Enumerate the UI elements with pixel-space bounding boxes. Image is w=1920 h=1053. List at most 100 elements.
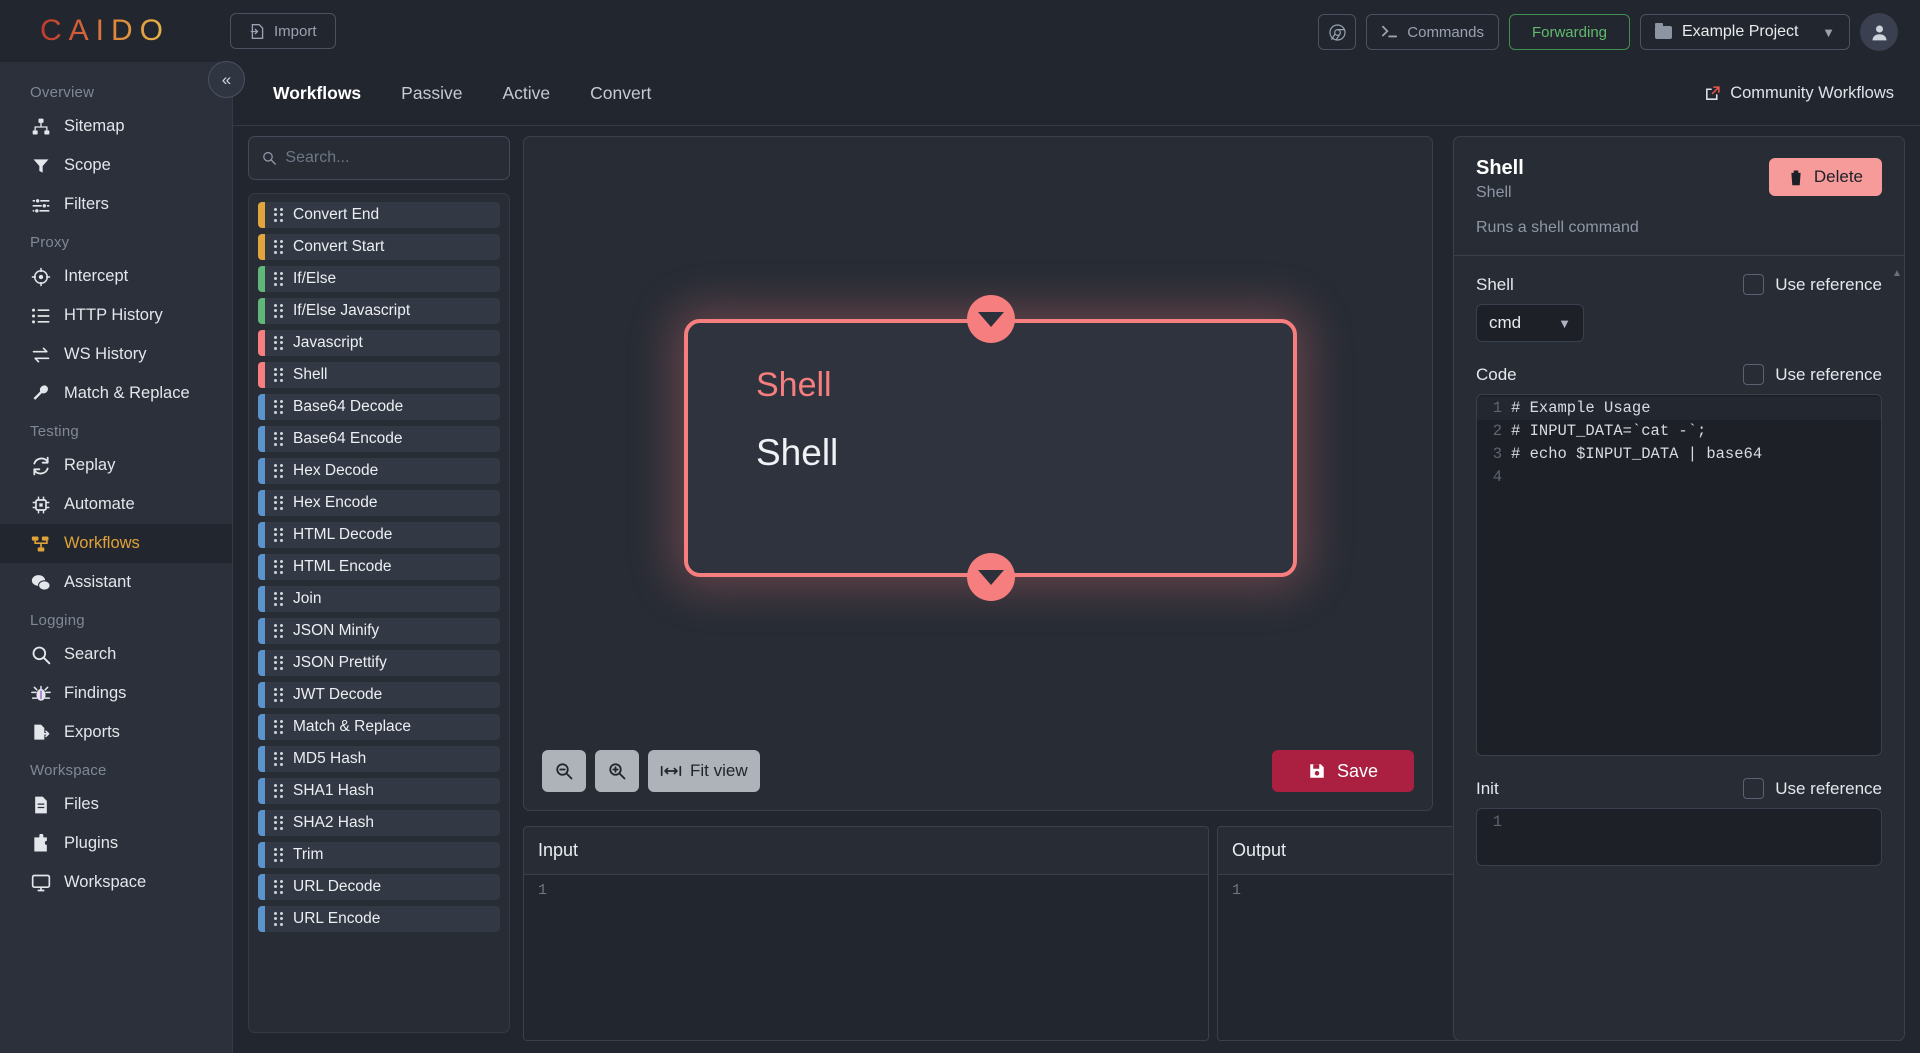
delete-button[interactable]: Delete [1768,158,1882,196]
zoom-in-button[interactable] [595,750,639,792]
palette-node-item[interactable]: MD5 Hash [258,746,500,772]
drag-handle-icon[interactable] [274,207,286,223]
drag-handle-icon[interactable] [274,431,286,447]
drag-handle-icon[interactable] [274,591,286,607]
palette-node-item[interactable]: Base64 Decode [258,394,500,420]
palette-node-item[interactable]: Hex Encode [258,490,500,516]
palette-node-item[interactable]: Shell [258,362,500,388]
drag-handle-icon[interactable] [274,463,286,479]
drag-handle-icon[interactable] [274,655,286,671]
community-workflows-link[interactable]: Community Workflows [1704,84,1894,103]
code-editor[interactable]: 1 # Example Usage 2 # INPUT_DATA=`cat -`; 3 #… [1476,394,1882,756]
palette-node-item[interactable]: Convert End [258,202,500,228]
tab-workflows[interactable]: Workflows [253,83,381,104]
commands-button[interactable]: Commands [1366,14,1499,50]
palette-node-item[interactable]: Hex Decode [258,458,500,484]
drag-handle-icon[interactable] [274,719,286,735]
drag-handle-icon[interactable] [274,783,286,799]
browser-button[interactable] [1318,14,1357,50]
project-selector[interactable]: Example Project ▼ [1640,14,1850,50]
import-button[interactable]: Import [230,13,336,49]
sidebar-item-assistant[interactable]: Assistant [0,563,232,602]
sidebar-item-automate[interactable]: Automate [0,485,232,524]
palette-node-item[interactable]: JSON Minify [258,618,500,644]
sidebar-item-http-history[interactable]: HTTP History [0,296,232,335]
drag-handle-icon[interactable] [274,495,286,511]
drag-handle-icon[interactable] [274,687,286,703]
code-use-reference-toggle[interactable]: Use reference [1743,364,1882,385]
code-line[interactable]: 4 [1477,466,1881,489]
node-list[interactable]: Convert End Convert Start If/Else If/Else J… [248,193,510,1033]
palette-node-item[interactable]: SHA2 Hash [258,810,500,836]
drag-handle-icon[interactable] [274,751,286,767]
sidebar-item-ws-history[interactable]: WS History [0,335,232,374]
drag-handle-icon[interactable] [274,815,286,831]
sidebar-item-workflows[interactable]: Workflows [0,524,232,563]
palette-node-item[interactable]: Convert Start [258,234,500,260]
drag-handle-icon[interactable] [274,335,286,351]
palette-node-item[interactable]: HTML Encode [258,554,500,580]
palette-node-item[interactable]: URL Decode [258,874,500,900]
palette-node-item[interactable]: JWT Decode [258,682,500,708]
palette-node-item[interactable]: Base64 Encode [258,426,500,452]
code-line[interactable]: 1 [1477,811,1881,834]
collapse-sidebar-button[interactable]: « [208,61,245,98]
search-input[interactable] [285,149,496,167]
drag-handle-icon[interactable] [274,303,286,319]
workflow-node-shell[interactable]: Shell Shell [684,295,1297,601]
init-editor[interactable]: 1 [1476,808,1882,866]
tab-convert[interactable]: Convert [570,83,671,104]
drag-handle-icon[interactable] [274,527,286,543]
palette-node-item[interactable]: If/Else [258,266,500,292]
sidebar-item-workspace[interactable]: Workspace [0,863,232,902]
sidebar-item-scope[interactable]: Scope [0,146,232,185]
palette-node-item[interactable]: Javascript [258,330,500,356]
code-line[interactable]: 3 # echo $INPUT_DATA | base64 [1477,443,1881,466]
forwarding-button[interactable]: Forwarding [1508,14,1630,50]
node-input-handle[interactable] [966,295,1015,343]
palette-node-item[interactable]: If/Else Javascript [258,298,500,324]
save-button[interactable]: Save [1271,750,1414,792]
drag-handle-icon[interactable] [274,399,286,415]
sidebar-item-files[interactable]: Files [0,785,232,824]
avatar[interactable] [1860,13,1898,51]
palette-node-item[interactable]: JSON Prettify [258,650,500,676]
shell-use-reference-toggle[interactable]: Use reference [1743,274,1882,295]
drag-handle-icon[interactable] [274,847,286,863]
workflow-canvas[interactable]: Shell Shell Fit view Save [523,136,1433,811]
sidebar-item-findings[interactable]: Findings [0,674,232,713]
checkbox[interactable] [1743,364,1765,385]
inspector-scrollbar[interactable]: ▲ ▼ [1892,268,1902,1040]
palette-node-item[interactable]: HTML Decode [258,522,500,548]
search-box[interactable] [248,136,510,180]
init-use-reference-toggle[interactable]: Use reference [1743,778,1882,799]
sidebar-item-exports[interactable]: Exports [0,713,232,752]
code-line[interactable]: 1 # Example Usage [1477,397,1881,420]
tab-passive[interactable]: Passive [381,83,482,104]
sidebar-item-plugins[interactable]: Plugins [0,824,232,863]
code-line[interactable]: 2 # INPUT_DATA=`cat -`; [1477,420,1881,443]
drag-handle-icon[interactable] [274,879,286,895]
palette-node-item[interactable]: SHA1 Hash [258,778,500,804]
node-output-handle[interactable] [966,553,1015,601]
palette-node-item[interactable]: Match & Replace [258,714,500,740]
drag-handle-icon[interactable] [274,239,286,255]
palette-node-item[interactable]: URL Encode [258,906,500,932]
zoom-out-button[interactable] [542,750,586,792]
sidebar-item-replay[interactable]: Replay [0,446,232,485]
shell-select[interactable]: cmd ▼ [1476,304,1584,342]
sidebar-item-filters[interactable]: Filters [0,185,232,224]
fit-view-button[interactable]: Fit view [648,750,760,792]
palette-node-item[interactable]: Trim [258,842,500,868]
sidebar-item-sitemap[interactable]: Sitemap [0,107,232,146]
palette-node-item[interactable]: Join [258,586,500,612]
drag-handle-icon[interactable] [274,623,286,639]
drag-handle-icon[interactable] [274,367,286,383]
drag-handle-icon[interactable] [274,559,286,575]
tab-active[interactable]: Active [482,83,570,104]
sidebar-item-search[interactable]: Search [0,635,232,674]
sidebar-item-match-replace[interactable]: Match & Replace [0,374,232,413]
input-editor[interactable]: 1 [524,875,1208,1040]
checkbox[interactable] [1743,778,1765,799]
drag-handle-icon[interactable] [274,911,286,927]
